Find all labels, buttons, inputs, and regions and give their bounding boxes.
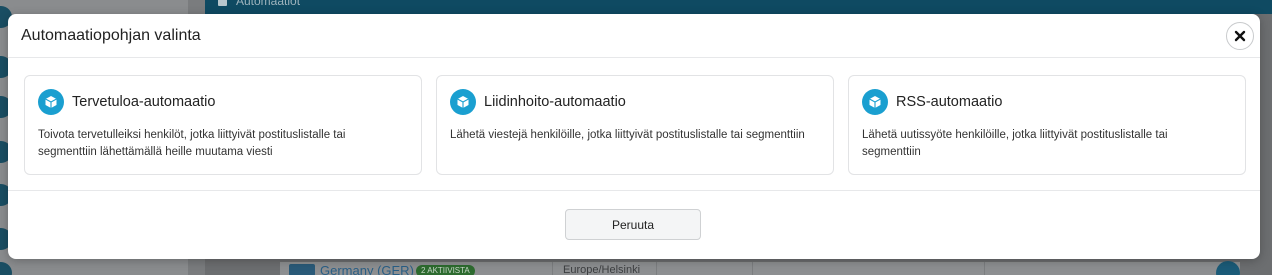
template-card-lead-nurturing[interactable]: Liidinhoito-automaatio Lähetä viestejä h… xyxy=(436,75,834,175)
template-description: Lähetä uutissyöte henkilöille, jotka lii… xyxy=(862,129,1168,158)
cube-icon xyxy=(450,89,476,115)
table-column-divider xyxy=(984,262,985,275)
status-badge: 2 AKTIIVISTA xyxy=(416,265,475,275)
template-title: Liidinhoito-automaatio xyxy=(484,94,626,110)
table-column-divider xyxy=(656,262,657,275)
close-icon xyxy=(1234,30,1246,42)
header-checkbox xyxy=(218,0,227,6)
template-card-rss[interactable]: RSS-automaatio Lähetä uutissyöte henkilö… xyxy=(848,75,1246,175)
template-title: Tervetuloa-automaatio xyxy=(72,94,216,110)
cancel-button[interactable]: Peruuta xyxy=(565,209,701,240)
row-timezone: Europe/Helsinki xyxy=(563,264,641,275)
template-selection-modal: Automaatiopohjan valinta Tervetuloa-auto… xyxy=(8,14,1260,259)
modal-footer: Peruuta xyxy=(8,190,1260,260)
template-description: Lähetä viestejä henkilöille, jotka liitt… xyxy=(450,129,805,141)
template-card-welcome[interactable]: Tervetuloa-automaatio Toivota tervetulle… xyxy=(24,75,422,175)
close-button[interactable] xyxy=(1226,22,1254,50)
cube-icon xyxy=(862,89,888,115)
folder-icon xyxy=(289,264,315,275)
background-header xyxy=(205,0,1272,14)
cube-icon xyxy=(38,89,64,115)
table-column-divider xyxy=(552,262,553,275)
row-name-link: Germany (GER) xyxy=(320,263,414,275)
table-column-divider xyxy=(752,262,753,275)
template-title: RSS-automaatio xyxy=(896,94,1003,110)
sidebar-nav-icon xyxy=(0,262,12,275)
modal-title: Automaatiopohjan valinta xyxy=(21,27,201,44)
background-header-title: Automaatiot xyxy=(236,0,301,8)
template-description: Toivota tervetulleiksi henkilöt, jotka l… xyxy=(38,129,346,158)
modal-header: Automaatiopohjan valinta xyxy=(8,14,1260,58)
